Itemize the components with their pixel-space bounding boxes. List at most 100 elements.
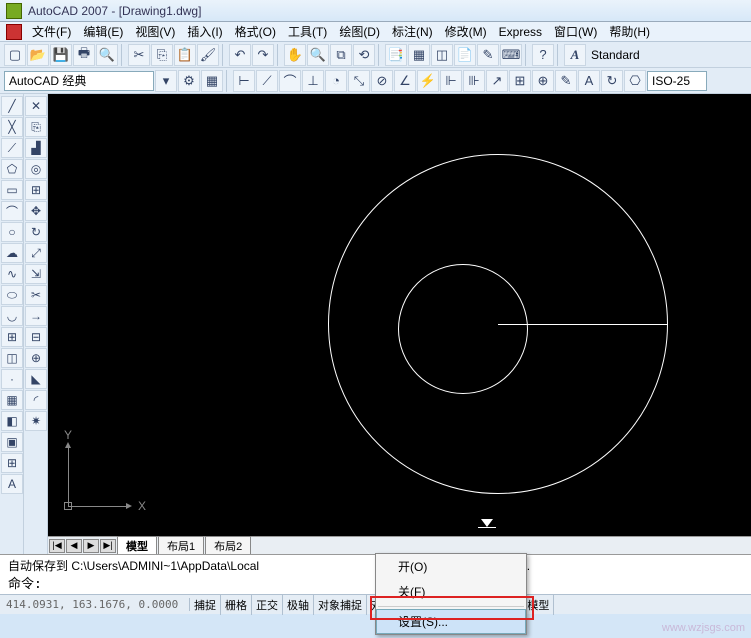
erase-icon[interactable]: ✕ xyxy=(25,96,47,116)
move-icon[interactable]: ✥ xyxy=(25,201,47,221)
tab-nav-first[interactable]: |◀ xyxy=(49,539,65,553)
workspace-combo[interactable]: AutoCAD 经典 xyxy=(4,71,154,91)
ws-lock-icon[interactable]: ▦ xyxy=(201,70,223,92)
xline-icon[interactable]: ╳ xyxy=(1,117,23,137)
table-icon[interactable]: ⊞ xyxy=(1,453,23,473)
circle-icon[interactable]: ○ xyxy=(1,222,23,242)
menu-tools[interactable]: 工具(T) xyxy=(282,21,333,42)
dim-continue-icon[interactable]: ⊪ xyxy=(463,70,485,92)
dim-angular-icon[interactable]: ∠ xyxy=(394,70,416,92)
pan-icon[interactable]: ✋ xyxy=(284,44,306,66)
zoom-rt-icon[interactable]: 🔍 xyxy=(307,44,329,66)
offset-icon[interactable]: ◎ xyxy=(25,159,47,179)
zoom-prev-icon[interactable]: ⟲ xyxy=(353,44,375,66)
drawing-viewport[interactable]: X Y |◀ ◀ ▶ ▶| 模型 布局1 布局2 xyxy=(48,94,751,554)
markup-icon[interactable]: ✎ xyxy=(477,44,499,66)
dim-diameter-icon[interactable]: ⊘ xyxy=(371,70,393,92)
chamfer-icon[interactable]: ◣ xyxy=(25,369,47,389)
hatch-icon[interactable]: ▦ xyxy=(1,390,23,410)
help-icon[interactable]: ? xyxy=(532,44,554,66)
context-on[interactable]: 开(O) xyxy=(376,554,526,579)
menu-modify[interactable]: 修改(M) xyxy=(439,21,493,42)
explode-icon[interactable]: ✷ xyxy=(25,411,47,431)
tab-model[interactable]: 模型 xyxy=(117,536,157,555)
undo-icon[interactable]: ↶ xyxy=(229,44,251,66)
array-icon[interactable]: ⊞ xyxy=(25,180,47,200)
gradient-icon[interactable]: ◧ xyxy=(1,411,23,431)
mirror-icon[interactable]: ▟ xyxy=(25,138,47,158)
menu-express[interactable]: Express xyxy=(493,23,548,41)
dimstyle-icon[interactable]: ⎔ xyxy=(624,70,646,92)
dimstyle-combo[interactable]: ISO-25 xyxy=(647,71,707,91)
fillet-icon[interactable]: ◜ xyxy=(25,390,47,410)
ws-settings-icon[interactable]: ⚙ xyxy=(178,70,200,92)
toolpalette-icon[interactable]: ◫ xyxy=(431,44,453,66)
point-icon[interactable]: · xyxy=(1,369,23,389)
context-settings[interactable]: 设置(S)... xyxy=(376,609,526,634)
revcloud-icon[interactable]: ☁ xyxy=(1,243,23,263)
menu-view[interactable]: 视图(V) xyxy=(129,21,181,42)
menu-window[interactable]: 窗口(W) xyxy=(548,21,603,42)
menu-draw[interactable]: 绘图(D) xyxy=(333,21,386,42)
menu-help[interactable]: 帮助(H) xyxy=(603,21,656,42)
dim-update-icon[interactable]: ↻ xyxy=(601,70,623,92)
dim-tolerance-icon[interactable]: ⊞ xyxy=(509,70,531,92)
rotate-icon[interactable]: ↻ xyxy=(25,222,47,242)
stretch-icon[interactable]: ⇲ xyxy=(25,264,47,284)
dim-arc-icon[interactable]: ⌒ xyxy=(279,70,301,92)
status-grid[interactable]: 栅格 xyxy=(221,595,252,615)
trim-icon[interactable]: ✂ xyxy=(25,285,47,305)
dim-textedit-icon[interactable]: A xyxy=(578,70,600,92)
menu-insert[interactable]: 插入(I) xyxy=(181,21,228,42)
textstyle-label[interactable]: Standard xyxy=(587,46,657,64)
status-osnap[interactable]: 对象捕捉 xyxy=(314,595,367,615)
ws-dropdown-icon[interactable]: ▾ xyxy=(155,70,177,92)
calc-icon[interactable]: ⌨ xyxy=(500,44,522,66)
mtext-icon[interactable]: A xyxy=(1,474,23,494)
redo-icon[interactable]: ↷ xyxy=(252,44,274,66)
status-model[interactable]: 模型 xyxy=(523,595,554,615)
insert-icon[interactable]: ⊞ xyxy=(1,327,23,347)
menu-file[interactable]: 文件(F) xyxy=(26,21,77,42)
dim-radius-icon[interactable]: ◔ xyxy=(325,70,347,92)
dim-linear-icon[interactable]: ⊢ xyxy=(233,70,255,92)
matchprop-icon[interactable]: 🖌 xyxy=(197,44,219,66)
pline-icon[interactable]: ⟋ xyxy=(1,138,23,158)
zoom-win-icon[interactable]: ⧉ xyxy=(330,44,352,66)
save-icon[interactable]: 💾 xyxy=(50,44,72,66)
print-icon[interactable]: 🖶 xyxy=(73,44,95,66)
arc-icon[interactable]: ⌒ xyxy=(1,201,23,221)
menu-format[interactable]: 格式(O) xyxy=(229,21,282,42)
extend-icon[interactable]: → xyxy=(25,306,47,326)
line-icon[interactable]: ╱ xyxy=(1,96,23,116)
copy-icon[interactable]: ⎘ xyxy=(151,44,173,66)
dim-center-icon[interactable]: ⊕ xyxy=(532,70,554,92)
model-canvas[interactable]: X Y xyxy=(48,94,751,536)
dim-jogged-icon[interactable]: ⤡ xyxy=(348,70,370,92)
block-icon[interactable]: ◫ xyxy=(1,348,23,368)
status-ortho[interactable]: 正交 xyxy=(252,595,283,615)
menu-edit[interactable]: 编辑(E) xyxy=(77,21,129,42)
new-icon[interactable]: ▢ xyxy=(4,44,26,66)
context-off[interactable]: 关(F) xyxy=(376,579,526,604)
tab-nav-last[interactable]: ▶| xyxy=(100,539,116,553)
dim-baseline-icon[interactable]: ⊩ xyxy=(440,70,462,92)
tab-layout2[interactable]: 布局2 xyxy=(205,536,251,555)
properties-icon[interactable]: 📑 xyxy=(385,44,407,66)
scale-icon[interactable]: ⤢ xyxy=(25,243,47,263)
preview-icon[interactable]: 🔍 xyxy=(96,44,118,66)
ellarc-icon[interactable]: ◡ xyxy=(1,306,23,326)
break-icon[interactable]: ⊟ xyxy=(25,327,47,347)
spline-icon[interactable]: ∿ xyxy=(1,264,23,284)
dim-leader-icon[interactable]: ↗ xyxy=(486,70,508,92)
tab-nav-prev[interactable]: ◀ xyxy=(66,539,82,553)
tab-layout1[interactable]: 布局1 xyxy=(158,536,204,555)
ellipse-icon[interactable]: ⬭ xyxy=(1,285,23,305)
tab-nav-next[interactable]: ▶ xyxy=(83,539,99,553)
dim-edit-icon[interactable]: ✎ xyxy=(555,70,577,92)
region-icon[interactable]: ▣ xyxy=(1,432,23,452)
polygon-icon[interactable]: ⬠ xyxy=(1,159,23,179)
status-snap[interactable]: 捕捉 xyxy=(190,595,221,615)
sheetset-icon[interactable]: 📄 xyxy=(454,44,476,66)
open-icon[interactable]: 📂 xyxy=(27,44,49,66)
